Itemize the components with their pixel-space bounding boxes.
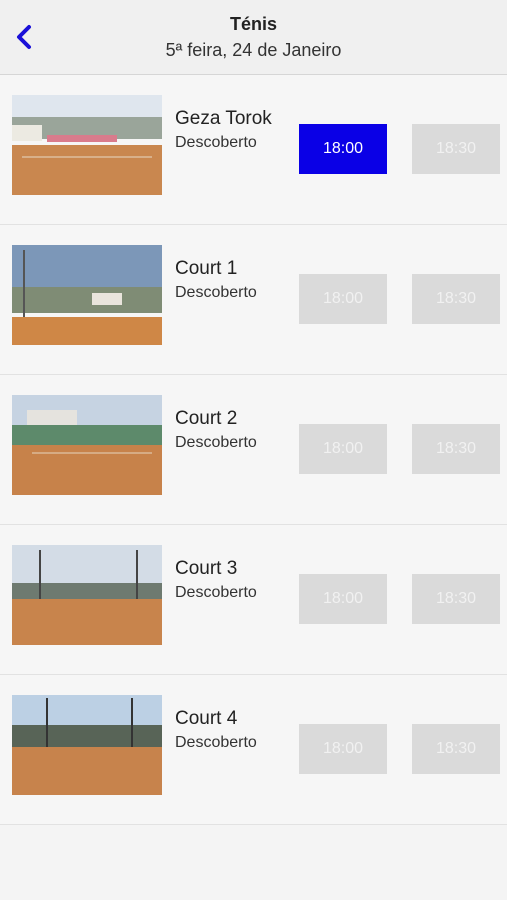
court-surface: Descoberto xyxy=(175,284,257,301)
court-name: Court 3 xyxy=(175,558,238,579)
court-surface: Descoberto xyxy=(175,734,257,751)
time-slot-button[interactable]: 18:30 xyxy=(412,574,500,624)
court-surface: Descoberto xyxy=(175,584,257,601)
time-slot-button[interactable]: 18:00 xyxy=(299,724,387,774)
court-name: Court 2 xyxy=(175,408,238,429)
court-photo xyxy=(12,245,162,345)
court-row: Court 3 Descoberto 18:00 18:30 xyxy=(0,525,507,675)
court-row: Geza Torok Descoberto 18:00 18:30 xyxy=(0,75,507,225)
court-row: Court 1 Descoberto 18:00 18:30 xyxy=(0,225,507,375)
time-slot-button[interactable]: 18:00 xyxy=(299,424,387,474)
time-slot-button[interactable]: 18:00 xyxy=(299,124,387,174)
court-name: Court 1 xyxy=(175,258,238,279)
top-bar: Ténis 5ª feira, 24 de Janeiro xyxy=(0,0,507,75)
time-slot-button[interactable]: 18:00 xyxy=(299,574,387,624)
time-slot-button[interactable]: 18:30 xyxy=(412,424,500,474)
court-photo xyxy=(12,695,162,795)
time-slot-button[interactable]: 18:30 xyxy=(412,724,500,774)
time-slot-button[interactable]: 18:30 xyxy=(412,124,500,174)
page-date: 5ª feira, 24 de Janeiro xyxy=(165,40,342,60)
court-surface: Descoberto xyxy=(175,434,257,451)
court-photo xyxy=(12,95,162,195)
court-surface: Descoberto xyxy=(175,134,257,151)
time-slot-button[interactable]: 18:00 xyxy=(299,274,387,324)
court-photo xyxy=(12,395,162,495)
court-photo xyxy=(12,545,162,645)
court-list: Geza Torok Descoberto 18:00 18:30 Court … xyxy=(0,75,507,825)
page-title: Ténis xyxy=(229,14,277,34)
court-name: Geza Torok xyxy=(175,108,272,129)
court-row: Court 4 Descoberto 18:00 18:30 xyxy=(0,675,507,825)
court-row: Court 2 Descoberto 18:00 18:30 xyxy=(0,375,507,525)
time-slot-button[interactable]: 18:30 xyxy=(412,274,500,324)
court-name: Court 4 xyxy=(175,708,238,729)
